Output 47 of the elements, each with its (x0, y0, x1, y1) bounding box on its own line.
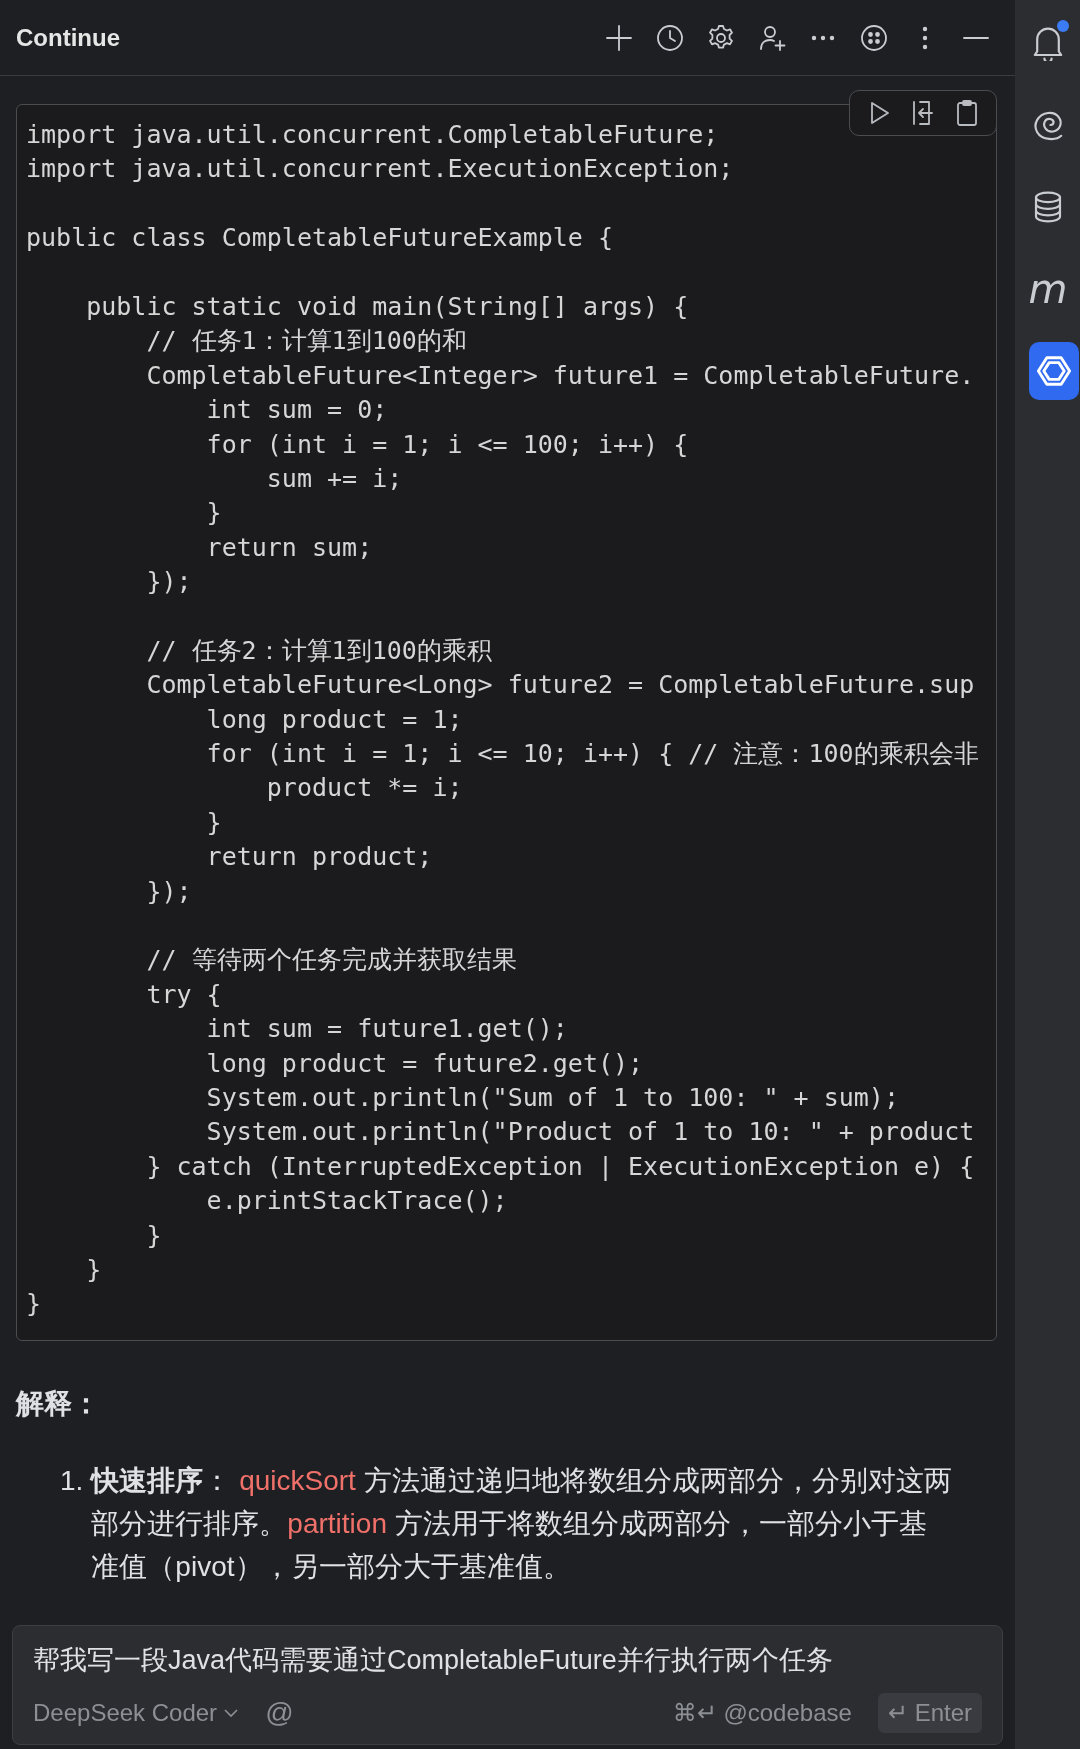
code-line: } (205, 807, 222, 837)
code-line: } catch (InterruptedException | ExecutionException e) { (145, 1151, 975, 1181)
code-line: product *= i; (265, 773, 463, 803)
code-line: } (205, 498, 222, 528)
plus-icon[interactable] (604, 22, 634, 53)
chevron-icon (223, 1708, 240, 1718)
panel-title: Continue (16, 22, 120, 53)
code-line: e.printStackTrace(); (205, 1186, 508, 1216)
code-line: CompletableFuture<Integer> future1 = CompletableFuture. (145, 360, 975, 390)
message-text[interactable]: 帮我写一段Java代码需要通过CompletableFuture并行执行两个任务 (33, 1639, 982, 1680)
code-line: public class CompletableFutureExample { (26, 223, 613, 253)
code-line: return product; (205, 842, 433, 872)
code-line: long product = 1; (205, 704, 463, 734)
sidebar-button[interactable]: m (1021, 260, 1075, 318)
code-line: return sum; (205, 532, 373, 562)
shortcut-hint: ⌘↵ @codebase (672, 1698, 852, 1728)
code-line: } (26, 1289, 42, 1319)
code-line: System.out.println("Product of 1 to 10: " + product (205, 1117, 975, 1147)
code-line: System.out.println("Sum of 1 to 100: " + sum); (205, 1082, 899, 1112)
clock-icon[interactable] (655, 22, 685, 53)
code-line: import java.util.concurrent.ExecutionException; (26, 154, 734, 184)
code-line: // 任务1：计算1到100的和 (145, 326, 467, 356)
list-number: 1. (60, 1463, 84, 1498)
code-line: import java.util.concurrent.CompletableFuture; (26, 120, 719, 149)
hexagon-icon (1036, 353, 1072, 389)
code-line: }); (145, 567, 192, 597)
code-line: } (145, 1220, 162, 1250)
code-line: int sum = future1.get(); (205, 1014, 568, 1044)
code-line: // 等待两个任务完成并获取结果 (145, 945, 517, 975)
code-line: for (int i = 1; i <= 100; i++) { (205, 429, 689, 459)
code-line: try { (145, 979, 222, 1009)
code-line: int sum = 0; (205, 395, 388, 425)
code-line: long product = future2.get(); (205, 1048, 644, 1078)
code-line: for (int i = 1; i <= 10; i++) { // 注意：100的乘积会非 (205, 739, 979, 769)
dots-circle-icon[interactable] (859, 22, 889, 53)
list-item-text: 快速排序： quickSort 方法通过递归地将数组分成两部分，分别对这两部分进行排序。partition 方法用于将数组分成两部分，一部分小于基准值（pivot），另一部分大于基准值。 (91, 1463, 953, 1584)
code-line: sum += i; (265, 463, 403, 493)
code-line: CompletableFuture<Long> future2 = CompletableFuture.sup (145, 670, 975, 700)
code-line: public static void main(String[] args) { (85, 291, 689, 321)
hexagon-button[interactable] (1029, 342, 1079, 400)
chat-input[interactable]: 帮我写一段Java代码需要通过CompletableFuture并行执行两个任务 DeepSeek Coder @ ⌘↵ @codebase ↵ Enter (12, 1624, 1003, 1745)
section-heading: 解释： (16, 1386, 101, 1421)
mention-button[interactable]: @ (265, 1692, 294, 1734)
code-line: // 任务2：计算1到100的乘积 (145, 635, 492, 665)
code-line: } (85, 1254, 102, 1284)
code-line: }); (145, 876, 192, 906)
model-dropdown[interactable]: DeepSeek Coder (33, 1695, 240, 1731)
